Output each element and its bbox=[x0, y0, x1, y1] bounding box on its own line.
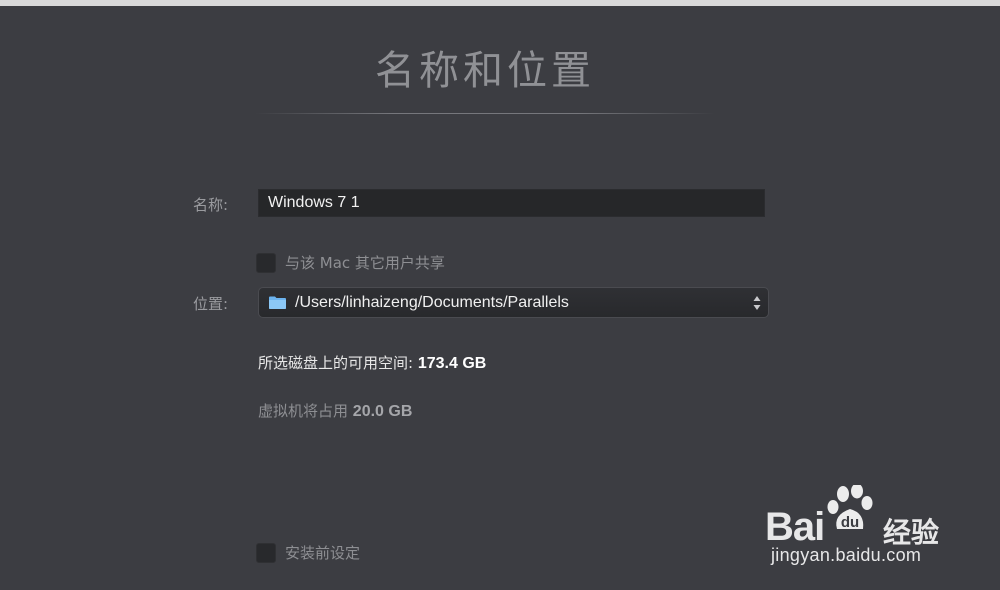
share-with-users-option[interactable]: 与该 Mac 其它用户共享 bbox=[256, 252, 445, 273]
title-divider bbox=[255, 113, 715, 114]
share-checkbox[interactable] bbox=[256, 252, 276, 273]
name-label: 名称: bbox=[193, 196, 229, 214]
free-space-info: 所选磁盘上的可用空间: 173.4 GB bbox=[258, 352, 486, 373]
vm-usage-info: 虚拟机将占用 20.0 GB bbox=[258, 400, 412, 421]
paw-logo-icon: du bbox=[827, 485, 873, 531]
folder-icon bbox=[269, 296, 286, 309]
location-select[interactable]: /Users/linhaizeng/Documents/Parallels bbox=[258, 287, 769, 318]
vm-usage-value: 20.0 GB bbox=[352, 403, 413, 420]
watermark-url: jingyan.baidu.com bbox=[771, 545, 922, 565]
name-input[interactable] bbox=[258, 189, 765, 217]
window-top-edge bbox=[0, 0, 1000, 6]
watermark-brand-prefix: Bai bbox=[765, 505, 825, 549]
setup-checkbox-label: 安装前设定 bbox=[285, 544, 361, 562]
svg-text:du: du bbox=[841, 514, 859, 531]
page-title: 名称和位置 bbox=[375, 48, 595, 94]
free-space-label: 所选磁盘上的可用空间: bbox=[258, 354, 414, 372]
share-checkbox-label: 与该 Mac 其它用户共享 bbox=[285, 254, 445, 272]
up-down-chevron-icon bbox=[753, 296, 761, 310]
vm-usage-label: 虚拟机将占用 bbox=[258, 402, 349, 420]
customize-before-install-option[interactable]: 安装前设定 bbox=[256, 542, 360, 563]
free-space-value: 173.4 GB bbox=[417, 355, 487, 372]
location-path: /Users/linhaizeng/Documents/Parallels bbox=[295, 293, 569, 311]
baidu-jingyan-watermark: du Bai 经验 jingyan.baidu.com bbox=[765, 485, 950, 570]
setup-checkbox[interactable] bbox=[256, 542, 276, 563]
location-label: 位置: bbox=[193, 295, 229, 313]
watermark-brand: Bai bbox=[765, 505, 825, 550]
